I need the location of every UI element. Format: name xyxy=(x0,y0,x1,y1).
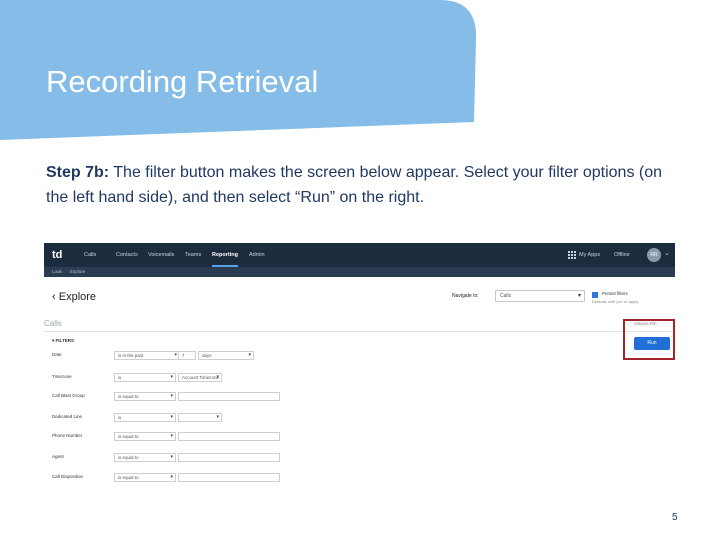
filter-operator-phone-number[interactable]: is equal to ▾ xyxy=(114,432,176,441)
back-arrow-icon[interactable]: ‹ xyxy=(52,291,56,303)
filter-label-dedicated-line: Dedicated Line xyxy=(52,414,83,419)
filter-operator-value: is xyxy=(118,375,122,380)
filters-heading-text: FILTERS xyxy=(55,338,74,343)
chevron-down-icon: ▾ xyxy=(577,293,581,299)
filter-operator-date[interactable]: is in the past ▾ xyxy=(114,351,180,360)
breadcrumb-item[interactable]: Explore xyxy=(70,267,85,277)
presence-status[interactable]: Offline xyxy=(614,243,630,267)
breadcrumb-item[interactable]: Look xyxy=(52,267,62,277)
filter-operator-value: is equal to xyxy=(118,394,139,399)
filter-label-call-disposition: Call Disposition xyxy=(52,474,84,479)
nav-voicemails[interactable]: Voicemails xyxy=(148,243,174,267)
app-top-nav: td Calls Contacts Voicemails Teams Repor… xyxy=(44,243,675,267)
my-apps-menu[interactable]: My Apps xyxy=(579,243,600,267)
filter-value-agent[interactable] xyxy=(178,453,280,462)
filter-label-date: Date xyxy=(52,352,62,357)
filter-unit-value: days xyxy=(202,353,212,358)
chevron-down-icon: ▾ xyxy=(170,454,173,460)
filters-heading[interactable]: ▾ FILTERS xyxy=(52,338,74,344)
filter-operator-value: is equal to xyxy=(118,455,139,460)
chevron-down-icon: ▾ xyxy=(248,352,251,358)
app-logo[interactable]: td xyxy=(52,248,66,262)
section-title: Calls xyxy=(44,319,62,328)
chevron-down-icon: ▾ xyxy=(216,374,219,380)
filter-label-phone-number: Phone Number xyxy=(52,433,83,438)
chevron-down-icon: ▾ xyxy=(170,374,173,380)
chevron-down-icon[interactable]: ⌄ xyxy=(664,249,670,257)
chevron-down-icon: ▾ xyxy=(174,352,177,358)
filter-label-call-blast-group: Call Blast Group xyxy=(52,393,85,398)
filter-value-text: Account Timezone xyxy=(182,375,220,380)
step-label: Step 7b: xyxy=(46,164,110,181)
filter-operator-value: is xyxy=(118,415,122,420)
nav-contacts[interactable]: Contacts xyxy=(116,243,138,267)
nav-admin[interactable]: Admin xyxy=(249,243,265,267)
navigate-to-label: Navigate to: xyxy=(452,293,479,299)
avatar[interactable]: RR xyxy=(647,248,661,262)
filter-operator-value: is in the past xyxy=(118,353,144,358)
nav-reporting[interactable]: Reporting xyxy=(212,243,238,267)
filter-operator-dedicated-line[interactable]: is ▾ xyxy=(114,413,176,422)
chevron-down-icon: ▾ xyxy=(216,414,219,420)
nav-teams[interactable]: Teams xyxy=(185,243,201,267)
step-body: The filter button makes the screen below… xyxy=(46,164,663,206)
filter-operator-timezone[interactable]: is ▾ xyxy=(114,373,176,382)
filter-value-date[interactable]: 7 xyxy=(178,351,196,360)
caret-down-icon: ▾ xyxy=(52,338,55,343)
filter-value-timezone[interactable]: Account Timezone ▾ xyxy=(178,373,222,382)
apps-grid-icon[interactable] xyxy=(568,251,576,259)
page-number: 5 xyxy=(672,512,678,523)
filter-unit-date[interactable]: days ▾ xyxy=(198,351,254,360)
persist-filters-checkbox[interactable] xyxy=(592,292,598,298)
persist-filters-subtext: Defaults until you re-apply xyxy=(592,299,639,304)
filter-value-dedicated-line[interactable]: ▾ xyxy=(178,413,222,422)
persist-filters-label: Persist filters xyxy=(602,291,628,296)
filter-operator-agent[interactable]: is equal to ▾ xyxy=(114,453,176,462)
filter-label-agent: Agent xyxy=(52,454,64,459)
filter-value-call-blast-group[interactable] xyxy=(178,392,280,401)
filter-value-call-disposition[interactable] xyxy=(178,473,280,482)
filter-operator-call-blast-group[interactable]: is equal to ▾ xyxy=(114,392,176,401)
breadcrumb: Look Explore xyxy=(44,267,675,277)
run-highlight-box xyxy=(623,319,675,360)
chevron-down-icon: ▾ xyxy=(170,414,173,420)
filter-label-timezone: Timezone xyxy=(52,374,72,379)
nav-calls[interactable]: Calls xyxy=(84,243,96,267)
app-screenshot: td Calls Contacts Voicemails Teams Repor… xyxy=(44,243,675,495)
filter-value-phone-number[interactable] xyxy=(178,432,280,441)
step-instructions: Step 7b: The filter button makes the scr… xyxy=(46,160,686,210)
chevron-down-icon: ▾ xyxy=(170,433,173,439)
filter-operator-value: is equal to xyxy=(118,475,139,480)
page-title-text: Explore xyxy=(58,291,97,303)
navigate-to-select[interactable]: Calls ▾ xyxy=(495,290,585,302)
filter-operator-call-disposition[interactable]: is equal to ▾ xyxy=(114,473,176,482)
page-title: ‹ Explore xyxy=(52,291,96,303)
chevron-down-icon: ▾ xyxy=(170,474,173,480)
chevron-down-icon: ▾ xyxy=(170,393,173,399)
slide-title: Recording Retrieval xyxy=(46,64,319,99)
navigate-to-value: Calls xyxy=(500,293,512,299)
divider xyxy=(44,331,675,332)
filter-operator-value: is equal to xyxy=(118,434,139,439)
